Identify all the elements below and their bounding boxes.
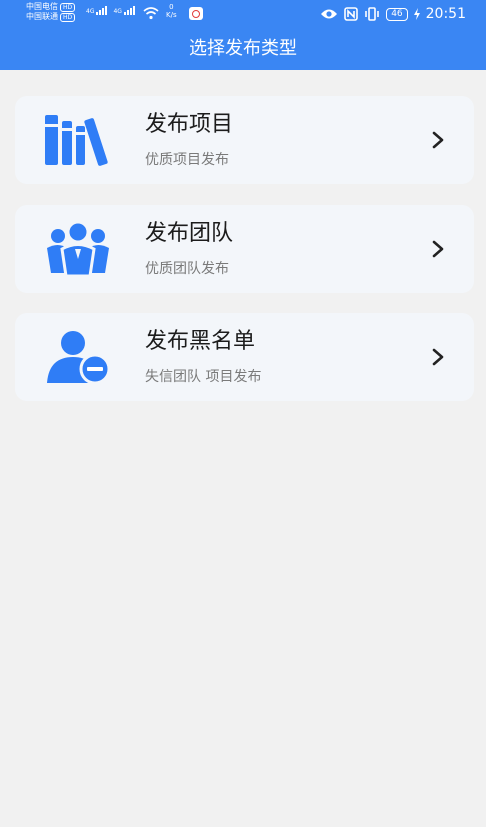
signal-indicators: 4G 4G — [86, 6, 135, 15]
user-remove-icon — [47, 331, 111, 385]
team-icon — [47, 221, 109, 277]
publish-blacklist-card[interactable]: 发布黑名单 失信团队 项目发布 — [15, 313, 474, 401]
card-subtitle: 优质团队发布 — [145, 261, 229, 277]
network-speed: 0 K/s — [166, 3, 177, 19]
signal-icon: 4G — [113, 6, 135, 15]
card-subtitle: 失信团队 项目发布 — [145, 369, 262, 385]
publish-team-card[interactable]: 发布团队 优质团队发布 — [15, 205, 474, 293]
card-subtitle: 优质项目发布 — [145, 152, 229, 168]
wifi-icon — [143, 7, 159, 20]
signal-icon: 4G — [86, 6, 108, 15]
eye-icon — [321, 9, 338, 19]
battery-icon: 46 — [386, 7, 408, 21]
carrier-info: 中国电信 HD 中国联通 HD — [26, 2, 76, 22]
vibrate-icon — [365, 7, 379, 21]
chevron-right-icon — [432, 348, 444, 366]
card-title: 发布团队 — [145, 221, 234, 246]
carrier2-label: 中国联通 — [26, 12, 58, 21]
chevron-right-icon — [432, 131, 444, 149]
card-title: 发布黑名单 — [145, 329, 256, 354]
charging-icon — [413, 8, 420, 20]
clock: 20:51 — [425, 6, 466, 22]
status-right: 46 20:51 — [320, 4, 466, 24]
app-header: 中国电信 HD 中国联通 HD 4G 4G 0 K/s 46 20:51 选择发… — [0, 0, 486, 70]
chevron-right-icon — [432, 240, 444, 258]
page-title: 选择发布类型 — [189, 38, 297, 59]
nfc-icon — [344, 7, 358, 21]
hd-badge: HD — [60, 12, 76, 22]
books-icon — [45, 115, 108, 166]
carrier1-label: 中国电信 — [26, 2, 58, 11]
hd-badge: HD — [60, 2, 76, 12]
publish-project-card[interactable]: 发布项目 优质项目发布 — [15, 96, 474, 184]
card-title: 发布项目 — [145, 112, 234, 137]
app-notification-icon — [189, 7, 203, 20]
